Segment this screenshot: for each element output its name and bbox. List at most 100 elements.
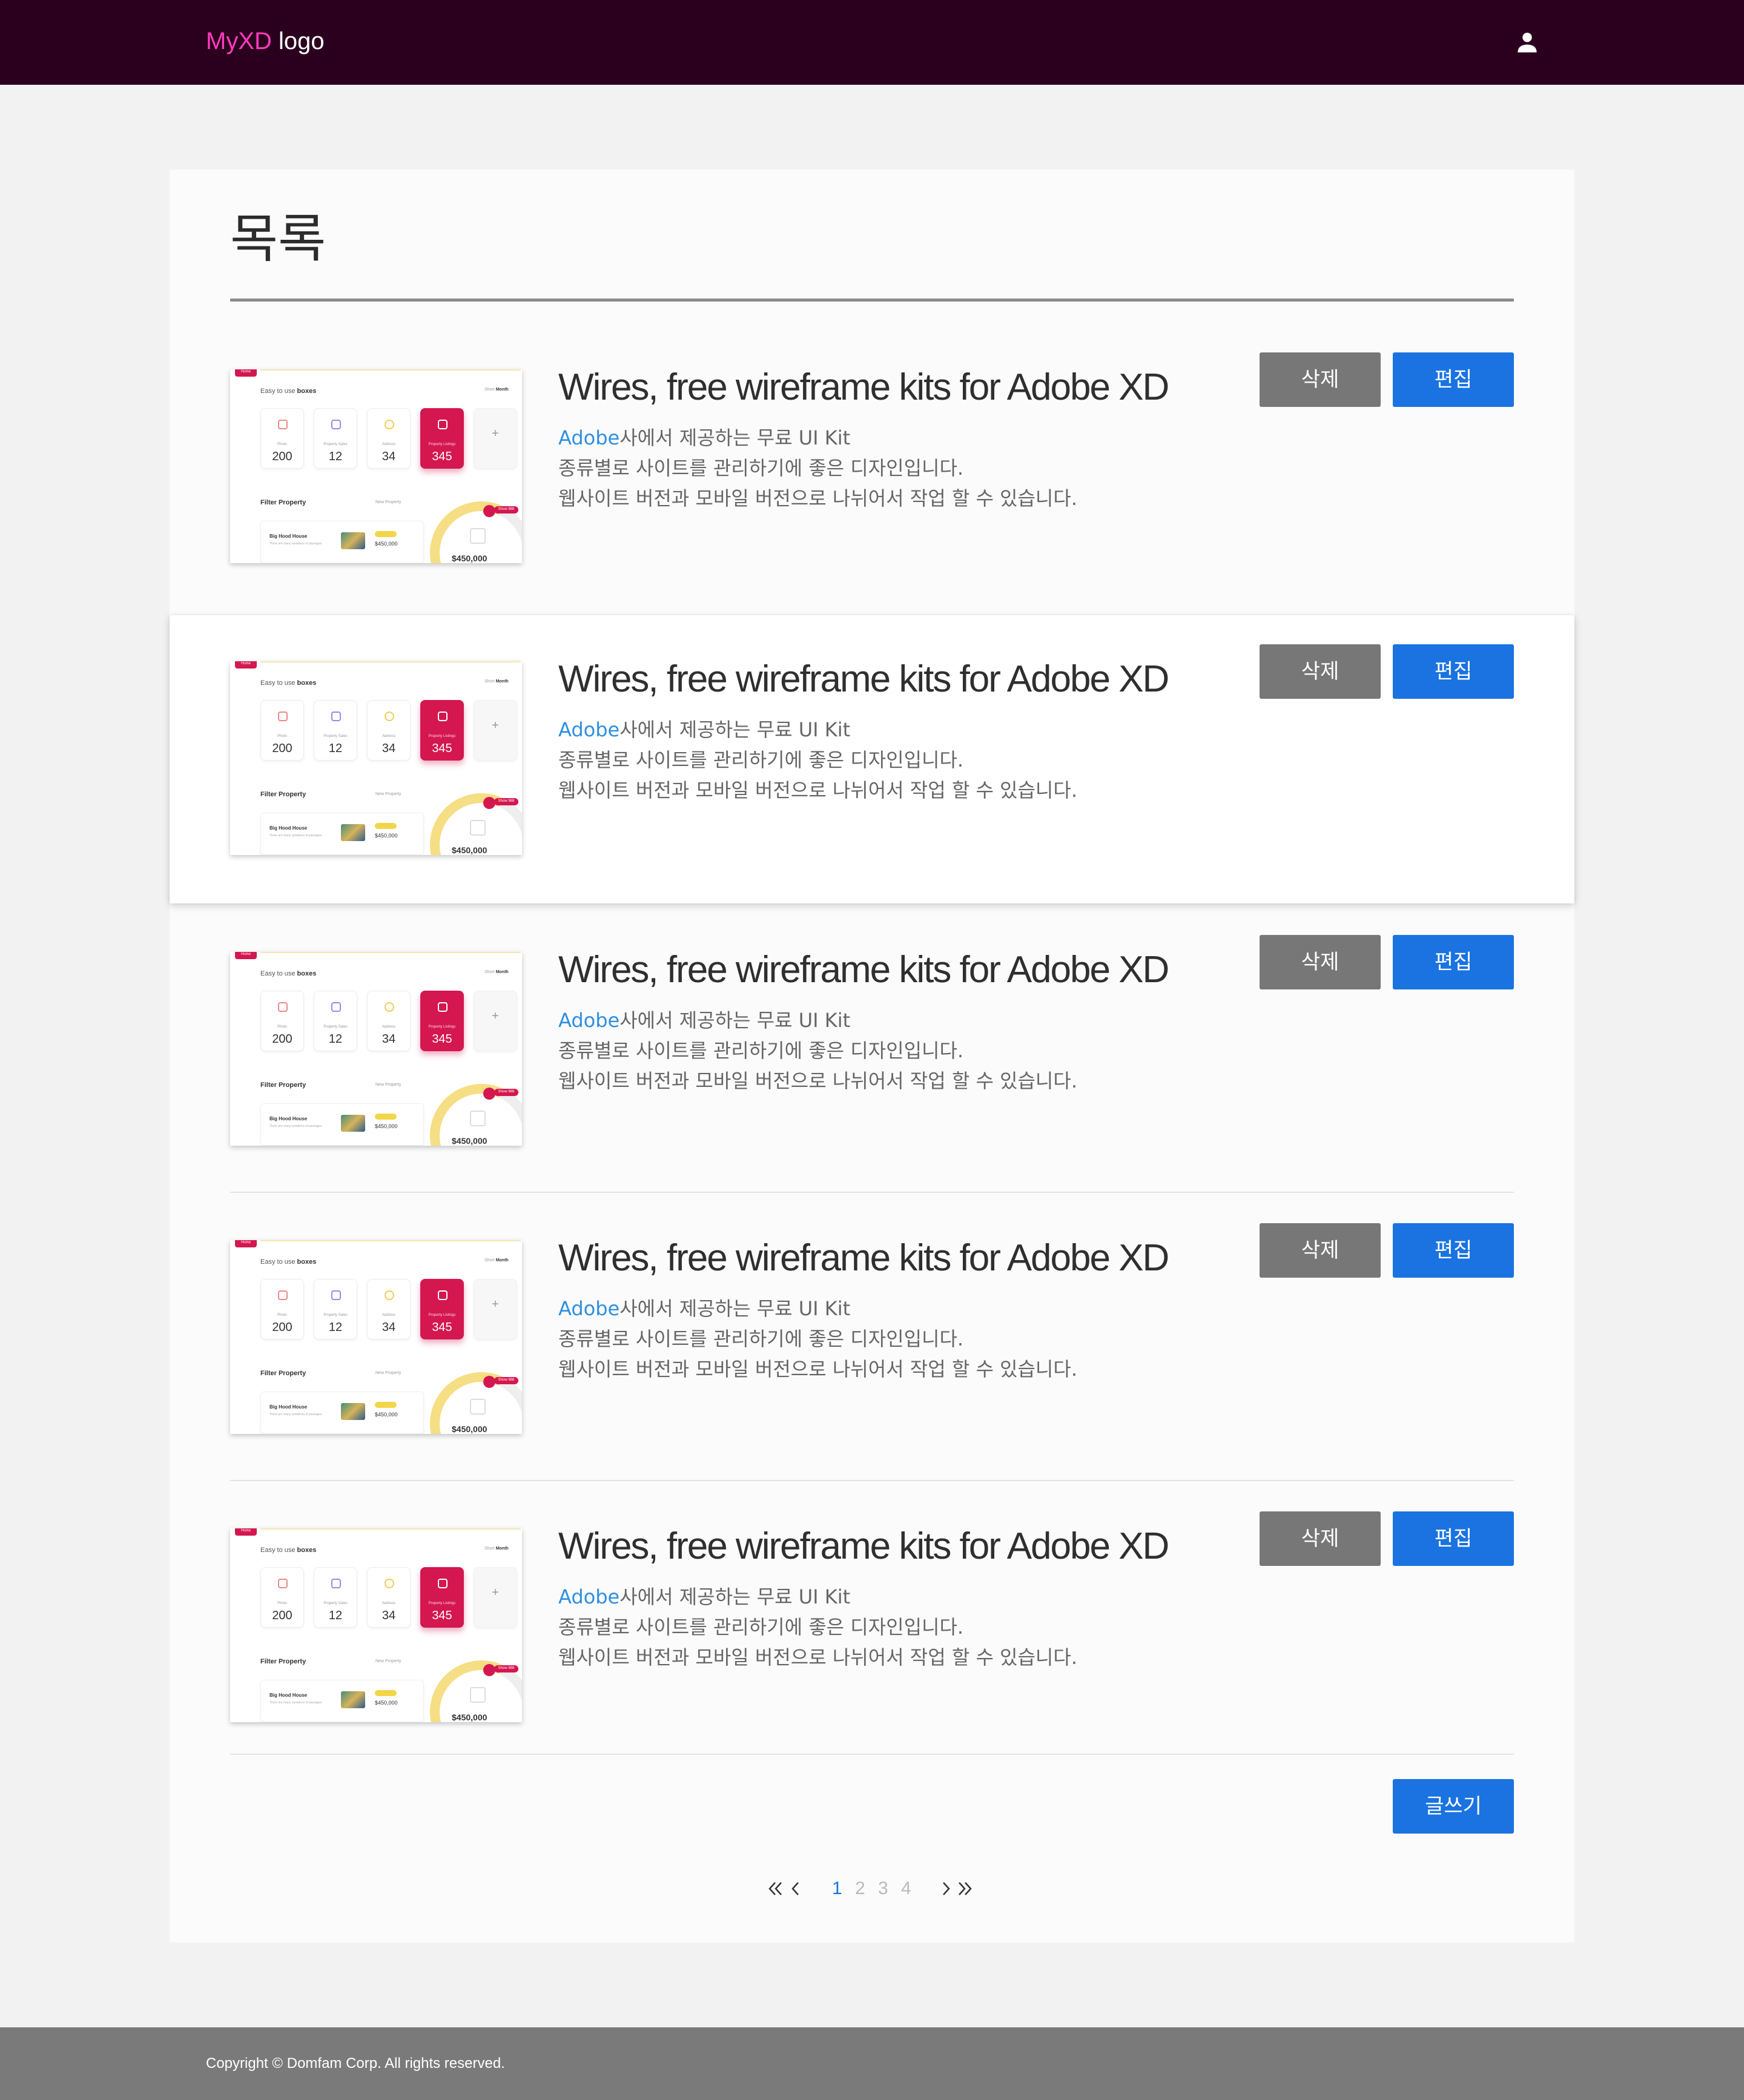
delete-button[interactable]: 삭제 — [1260, 352, 1381, 407]
edit-button[interactable]: 편집 — [1393, 935, 1514, 989]
thumb-badge: Home — [235, 952, 257, 959]
thumb-gauge-badge-text: Show 988 — [498, 1378, 515, 1382]
house-icon — [470, 1687, 486, 1703]
thumb-stat-box: Address 34 — [367, 700, 411, 761]
post-title[interactable]: Wires, free wireframe kits for Adobe XD — [558, 1522, 1169, 1571]
address-icon — [385, 1579, 394, 1588]
thumb-gauge-price: $450,000 — [452, 1424, 487, 1434]
thumb-gauge-price: $450,000 — [452, 1136, 487, 1146]
post-title[interactable]: Wires, free wireframe kits for Adobe XD — [558, 655, 1169, 704]
thumb-topline — [260, 661, 521, 662]
thumb-gauge-dot — [483, 1088, 495, 1100]
house-icon — [470, 820, 486, 836]
user-icon[interactable] — [1514, 29, 1541, 56]
edit-button[interactable]: 편집 — [1393, 644, 1514, 699]
post-thumbnail[interactable]: Home Easy to use boxes Short Month Photo… — [230, 369, 522, 563]
post-desc-line2: 종류별로 사이트를 관리하기에 좋은 디자인입니다. — [558, 457, 964, 480]
logo-brand: MyXD — [206, 28, 272, 54]
thumb-toggle-short: Short — [484, 388, 495, 392]
title-divider — [230, 299, 1514, 302]
thumb-listing-card: Big Hood House There are many variations… — [260, 521, 424, 563]
post-desc-line1: 사에서 제공하는 무료 UI Kit — [619, 1297, 851, 1320]
thumb-listing-price: $450,000 — [375, 541, 398, 547]
double-chevron-left-icon[interactable] — [767, 1880, 785, 1898]
thumb-stat-label: Property Listings — [428, 735, 456, 738]
post-desc-line2: 종류별로 사이트를 관리하기에 좋은 디자인입니다. — [558, 1039, 964, 1062]
thumb-stat-label: Property Sales — [323, 443, 348, 446]
thumb-stat-box: Photo 200 — [260, 1279, 304, 1339]
post-desc-accent: Adobe — [558, 1585, 620, 1608]
thumb-toggle: Short Month — [484, 388, 509, 392]
thumb-new-property: New Property — [375, 1659, 401, 1663]
thumb-topline — [260, 1240, 521, 1241]
plus-icon: + — [492, 1586, 499, 1599]
post-thumbnail[interactable]: Home Easy to use boxes Short Month Photo… — [230, 952, 522, 1146]
post-thumbnail[interactable]: Home Easy to use boxes Short Month Photo… — [230, 661, 522, 855]
thumb-heading-light: Easy to use — [260, 970, 297, 977]
post-title[interactable]: Wires, free wireframe kits for Adobe XD — [558, 946, 1169, 994]
thumb-stat-box: Property Sales 12 — [314, 408, 357, 469]
page-2[interactable]: 2 — [855, 1874, 865, 1904]
logo[interactable]: MyXD logo — [206, 25, 325, 57]
post-item: Home Easy to use boxes Short Month Photo… — [170, 1194, 1574, 1482]
thumb-topline — [260, 952, 521, 953]
address-icon — [385, 712, 394, 721]
thumb-gauge-dot — [483, 1664, 495, 1676]
thumb-badge: Home — [235, 661, 257, 669]
page-1[interactable]: 1 — [832, 1874, 842, 1904]
thumb-stat-box: Property Sales 12 — [314, 1279, 357, 1339]
thumb-toggle-month: Month — [495, 1258, 509, 1263]
thumb-listing-tag — [375, 1402, 397, 1408]
chevron-right-icon[interactable] — [937, 1880, 956, 1898]
plus-icon: + — [492, 719, 499, 732]
write-button[interactable]: 글쓰기 — [1393, 1779, 1514, 1834]
edit-button[interactable]: 편집 — [1393, 1511, 1514, 1566]
delete-button[interactable]: 삭제 — [1260, 644, 1381, 699]
thumb-toggle-short: Short — [484, 679, 495, 684]
page-3[interactable]: 3 — [878, 1874, 888, 1904]
thumb-toggle-month: Month — [495, 679, 509, 684]
copyright-text: Copyright © Domfam Corp. All rights rese… — [206, 2055, 505, 2072]
listings-icon — [438, 420, 448, 429]
thumb-gauge-badge: Show 988 — [494, 506, 518, 513]
page-4[interactable]: 4 — [901, 1874, 911, 1904]
post-list-panel: 목록 Home Easy to use boxes Short Month Ph… — [170, 170, 1574, 1943]
post-desc-accent: Adobe — [558, 1297, 620, 1320]
plus-icon: + — [492, 427, 499, 440]
thumb-toggle-month: Month — [495, 388, 509, 392]
thumb-listing-card: Big Hood House There are many variations… — [260, 1680, 424, 1722]
thumb-heading: Easy to use boxes — [260, 388, 316, 395]
edit-button[interactable]: 편집 — [1393, 352, 1514, 407]
chevron-left-icon[interactable] — [786, 1880, 804, 1898]
post-desc-line3: 웹사이트 버전과 모바일 버전으로 나뉘어서 작업 할 수 있습니다. — [558, 1646, 1077, 1669]
edit-button[interactable]: 편집 — [1393, 1223, 1514, 1278]
thumb-listing-image — [341, 1115, 365, 1132]
thumb-stat-value: 34 — [382, 742, 396, 755]
thumb-topline — [260, 1528, 521, 1530]
double-chevron-right-icon[interactable] — [956, 1880, 974, 1898]
thumb-stat-value: 12 — [328, 1321, 343, 1334]
logo-text: logo — [279, 28, 325, 54]
post-item: Home Easy to use boxes Short Month Photo… — [170, 906, 1574, 1194]
post-item: Home Easy to use boxes Short Month Photo… — [170, 615, 1574, 903]
post-thumbnail[interactable]: Home Easy to use boxes Short Month Photo… — [230, 1240, 522, 1434]
thumb-gauge-badge: Show 988 — [494, 798, 518, 805]
thumb-stat-box: Photo 200 — [260, 1567, 304, 1628]
thumb-badge-text: Home — [240, 953, 251, 956]
photo-icon — [278, 1290, 288, 1300]
photo-icon — [278, 1579, 288, 1588]
thumb-gauge-badge-text: Show 988 — [498, 507, 515, 511]
thumb-heading-strong: boxes — [297, 679, 317, 687]
thumb-toggle-month: Month — [495, 970, 509, 974]
post-title[interactable]: Wires, free wireframe kits for Adobe XD — [558, 363, 1169, 412]
post-title[interactable]: Wires, free wireframe kits for Adobe XD — [558, 1234, 1169, 1283]
delete-button[interactable]: 삭제 — [1260, 935, 1381, 989]
thumb-gauge-price: $450,000 — [452, 845, 487, 855]
thumb-heading-strong: boxes — [297, 1258, 317, 1266]
delete-button[interactable]: 삭제 — [1260, 1511, 1381, 1566]
thumb-gauge-badge-text: Show 988 — [498, 1090, 515, 1094]
delete-button[interactable]: 삭제 — [1260, 1223, 1381, 1278]
thumb-listing-image — [341, 824, 365, 841]
post-thumbnail[interactable]: Home Easy to use boxes Short Month Photo… — [230, 1528, 522, 1722]
thumb-stat-value: 34 — [382, 450, 396, 463]
